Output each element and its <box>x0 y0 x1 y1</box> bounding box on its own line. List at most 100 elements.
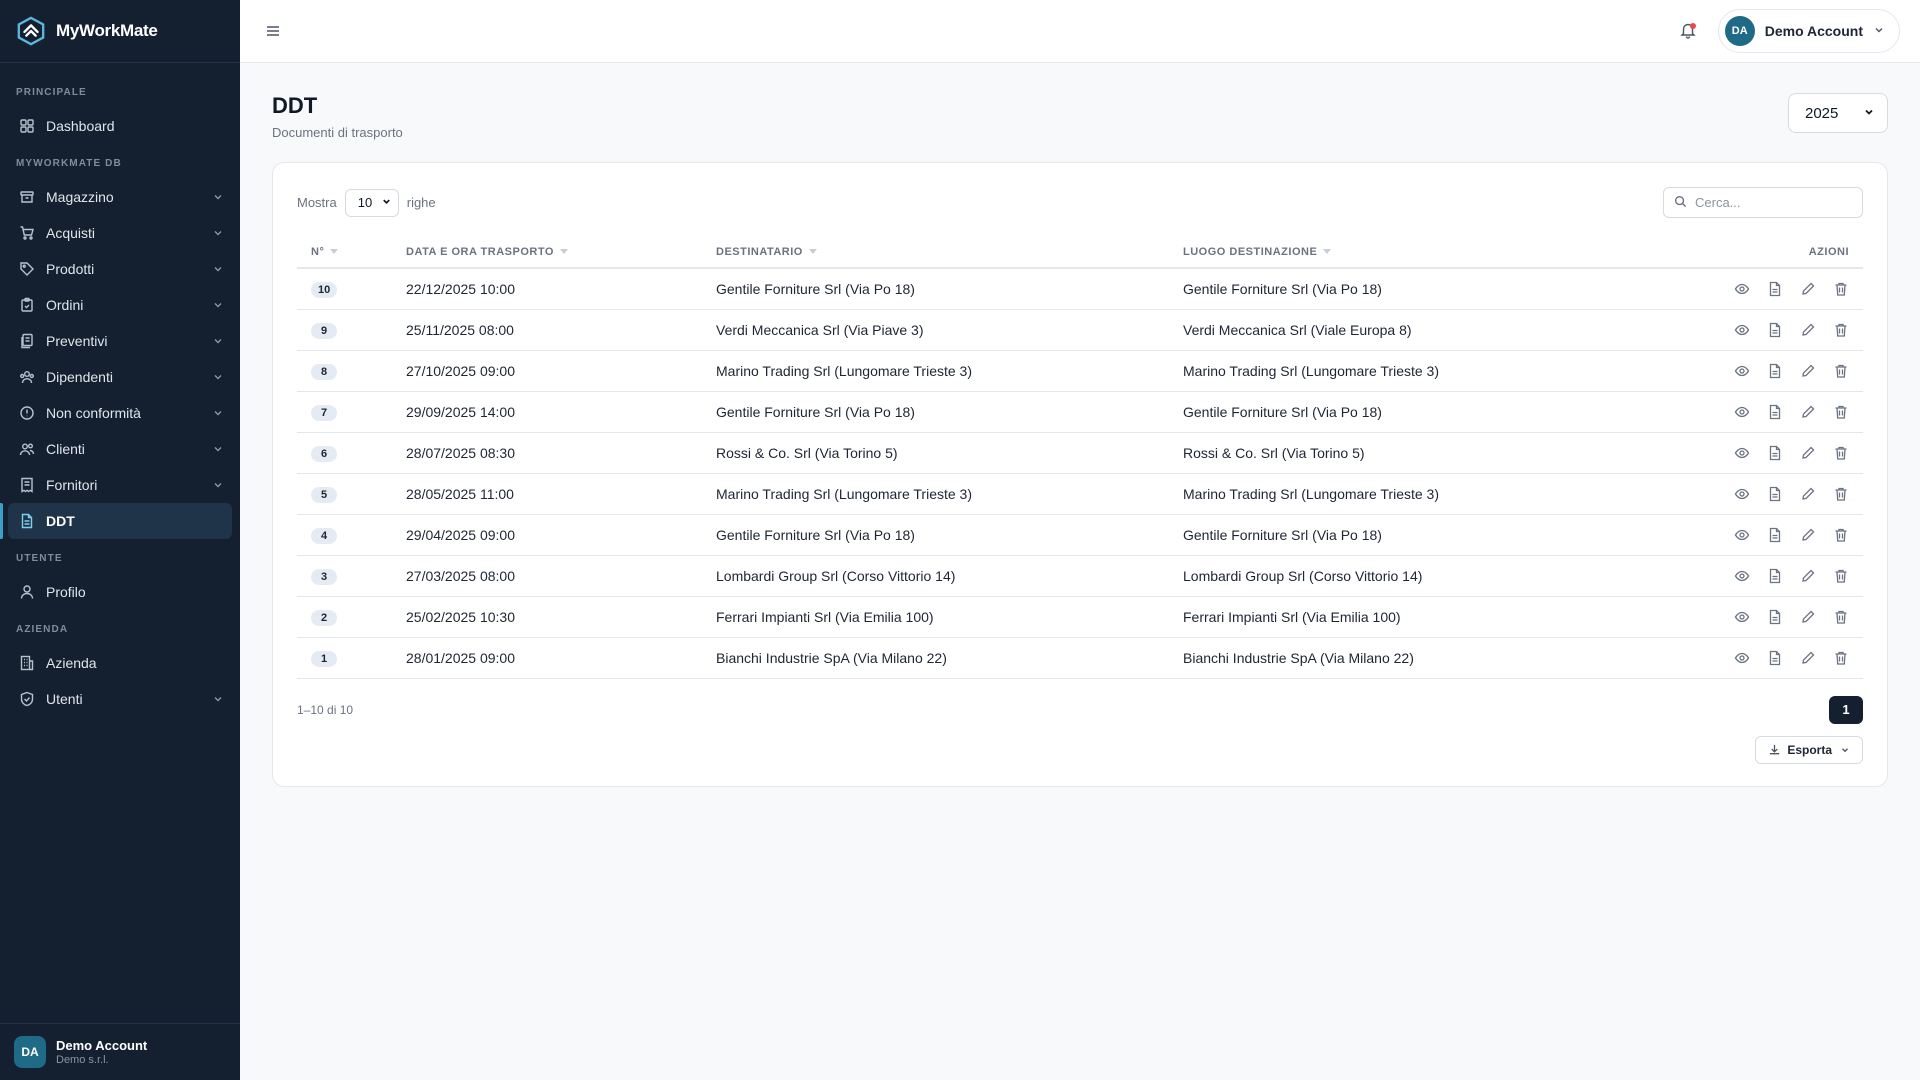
col-header-num[interactable]: N° <box>297 236 392 269</box>
edit-icon[interactable] <box>1800 486 1816 502</box>
edit-icon[interactable] <box>1800 363 1816 379</box>
building-icon <box>19 655 35 671</box>
view-icon[interactable] <box>1734 404 1750 420</box>
sidebar-item-azienda[interactable]: Azienda <box>8 645 232 681</box>
pdf-icon[interactable] <box>1767 486 1783 502</box>
edit-icon[interactable] <box>1800 322 1816 338</box>
sidebar-item-clienti[interactable]: Clienti <box>8 431 232 467</box>
export-button[interactable]: Esporta <box>1755 735 1863 764</box>
sidebar-item-profilo[interactable]: Profilo <box>8 574 232 610</box>
edit-icon[interactable] <box>1800 445 1816 461</box>
table-row[interactable]: 9 25/11/2025 08:00 Verdi Meccanica Srl (… <box>297 309 1863 351</box>
cell-destination: Gentile Forniture Srl (Via Po 18) <box>1169 514 1708 556</box>
ddt-table-card: Mostra 10 righe N <box>272 162 1888 787</box>
chevron-down-icon <box>1840 745 1850 755</box>
trash-icon[interactable] <box>1833 568 1849 584</box>
trash-icon[interactable] <box>1833 650 1849 666</box>
brand[interactable]: MyWorkMate <box>0 0 240 63</box>
view-icon[interactable] <box>1734 445 1750 461</box>
table-row[interactable]: 7 29/09/2025 14:00 Gentile Forniture Srl… <box>297 391 1863 433</box>
sidebar-item-non-conformita[interactable]: Non conformità <box>8 395 232 431</box>
sidebar-item-label: Magazzino <box>46 189 114 205</box>
table-row[interactable]: 5 28/05/2025 11:00 Marino Trading Srl (L… <box>297 473 1863 515</box>
trash-icon[interactable] <box>1833 609 1849 625</box>
pdf-icon[interactable] <box>1767 404 1783 420</box>
cell-date: 25/02/2025 10:30 <box>392 596 702 638</box>
sidebar-item-ddt[interactable]: DDT <box>0 503 232 539</box>
sidebar-item-prodotti[interactable]: Prodotti <box>8 251 232 287</box>
table-row[interactable]: 3 27/03/2025 08:00 Lombardi Group Srl (C… <box>297 555 1863 597</box>
sidebar-user-card[interactable]: DA Demo Account Demo s.r.l. <box>0 1023 240 1080</box>
pdf-icon[interactable] <box>1767 322 1783 338</box>
view-icon[interactable] <box>1734 609 1750 625</box>
col-header-date[interactable]: DATA E ORA TRASPORTO <box>392 236 702 269</box>
edit-icon[interactable] <box>1800 650 1816 666</box>
pdf-icon[interactable] <box>1767 281 1783 297</box>
trash-icon[interactable] <box>1833 486 1849 502</box>
sidebar-item-ordini[interactable]: Ordini <box>8 287 232 323</box>
pdf-icon[interactable] <box>1767 609 1783 625</box>
trash-icon[interactable] <box>1833 281 1849 297</box>
trash-icon[interactable] <box>1833 322 1849 338</box>
col-header-actions: AZIONI <box>1707 236 1863 269</box>
view-icon[interactable] <box>1734 486 1750 502</box>
pdf-icon[interactable] <box>1767 568 1783 584</box>
account-menu-button[interactable]: DA Demo Account <box>1717 9 1900 53</box>
account-name: Demo Account <box>1764 23 1863 39</box>
table-row[interactable]: 2 25/02/2025 10:30 Ferrari Impianti Srl … <box>297 596 1863 638</box>
edit-icon[interactable] <box>1800 404 1816 420</box>
edit-icon[interactable] <box>1800 609 1816 625</box>
trash-icon[interactable] <box>1833 445 1849 461</box>
edit-icon[interactable] <box>1800 527 1816 543</box>
trash-icon[interactable] <box>1833 404 1849 420</box>
sidebar-item-magazzino[interactable]: Magazzino <box>8 179 232 215</box>
sidebar-item-preventivi[interactable]: Preventivi <box>8 323 232 359</box>
edit-icon[interactable] <box>1800 281 1816 297</box>
trash-icon[interactable] <box>1833 527 1849 543</box>
num-badge: 2 <box>311 609 337 626</box>
cell-actions <box>1707 473 1863 515</box>
sidebar-item-acquisti[interactable]: Acquisti <box>8 215 232 251</box>
notifications-button[interactable] <box>1670 13 1706 49</box>
sidebar-item-dipendenti[interactable]: Dipendenti <box>8 359 232 395</box>
table-row[interactable]: 1 28/01/2025 09:00 Bianchi Industrie SpA… <box>297 637 1863 679</box>
chevron-down-icon <box>212 693 224 705</box>
view-icon[interactable] <box>1734 650 1750 666</box>
sidebar-item-dashboard[interactable]: Dashboard <box>8 108 232 144</box>
view-icon[interactable] <box>1734 527 1750 543</box>
cell-recipient: Gentile Forniture Srl (Via Po 18) <box>702 391 1169 433</box>
rows-label: righe <box>406 195 436 210</box>
cell-recipient: Marino Trading Srl (Lungomare Trieste 3) <box>702 350 1169 392</box>
rows-per-page-select[interactable]: 10 <box>344 188 399 217</box>
year-select[interactable]: 2025 <box>1788 93 1888 133</box>
view-icon[interactable] <box>1734 363 1750 379</box>
page-button-current[interactable]: 1 <box>1829 695 1863 724</box>
view-icon[interactable] <box>1734 568 1750 584</box>
pdf-icon[interactable] <box>1767 363 1783 379</box>
table-row[interactable]: 4 29/04/2025 09:00 Gentile Forniture Srl… <box>297 514 1863 556</box>
sidebar-item-fornitori[interactable]: Fornitori <box>8 467 232 503</box>
pdf-icon[interactable] <box>1767 445 1783 461</box>
col-header-label: DESTINATARIO <box>716 245 803 258</box>
export-row: Esporta <box>297 735 1863 764</box>
pdf-icon[interactable] <box>1767 650 1783 666</box>
content: DDT Documenti di trasporto 2025 Mostra 1… <box>240 63 1920 817</box>
pdf-icon[interactable] <box>1767 527 1783 543</box>
view-icon[interactable] <box>1734 281 1750 297</box>
table-row[interactable]: 6 28/07/2025 08:30 Rossi & Co. Srl (Via … <box>297 432 1863 474</box>
search-box[interactable] <box>1663 187 1863 218</box>
sidebar: MyWorkMate PRINCIPALE Dashboard MYWORKMA… <box>0 0 240 1080</box>
user-company: Demo s.r.l. <box>56 1054 109 1066</box>
edit-icon[interactable] <box>1800 568 1816 584</box>
trash-icon[interactable] <box>1833 363 1849 379</box>
col-header-label: DATA E ORA TRASPORTO <box>406 245 554 258</box>
col-header-destination[interactable]: LUOGO DESTINAZIONE <box>1169 236 1708 269</box>
view-icon[interactable] <box>1734 322 1750 338</box>
table-row[interactable]: 10 22/12/2025 10:00 Gentile Forniture Sr… <box>297 268 1863 310</box>
search-input[interactable] <box>1695 195 1845 210</box>
num-badge: 8 <box>311 363 337 380</box>
table-row[interactable]: 8 27/10/2025 09:00 Marino Trading Srl (L… <box>297 350 1863 392</box>
menu-icon[interactable] <box>264 22 282 40</box>
sidebar-item-utenti[interactable]: Utenti <box>8 681 232 717</box>
col-header-recipient[interactable]: DESTINATARIO <box>702 236 1169 269</box>
